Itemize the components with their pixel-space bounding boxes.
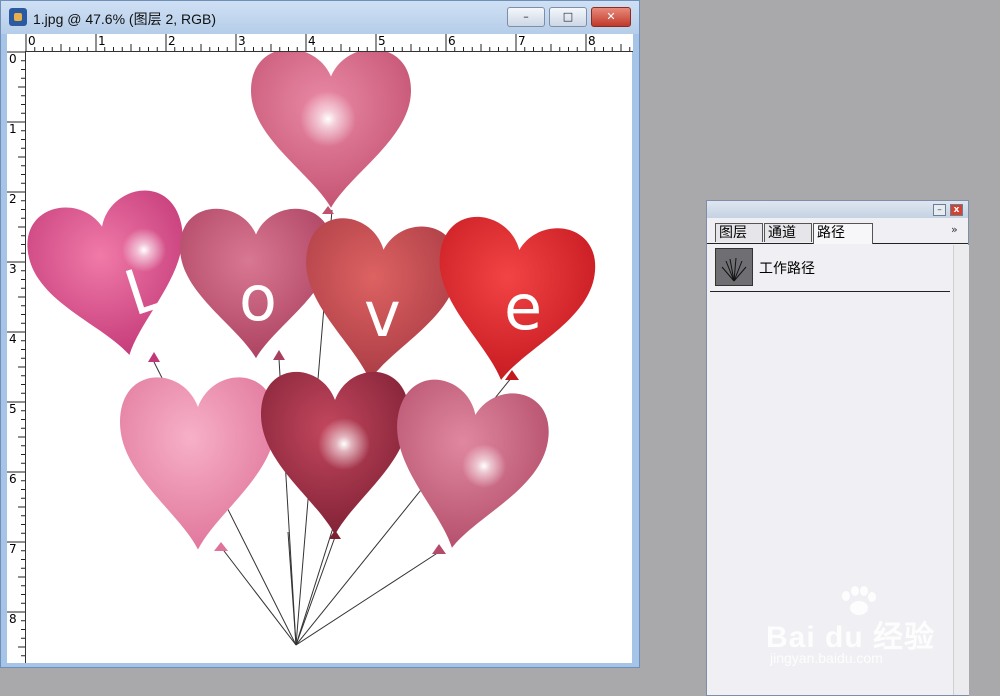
ruler-h-label: 8 (588, 34, 596, 48)
balloon-knot (322, 206, 334, 214)
title-bar[interactable]: 1.jpg @ 47.6% (图层 2, RGB) – □ ✕ (1, 1, 639, 34)
ruler-v-label: 6 (9, 472, 17, 486)
letter-v: v (364, 278, 401, 351)
ruler-h-label: 7 (518, 34, 526, 48)
panel-title-bar[interactable]: – x (707, 201, 968, 218)
ruler-origin[interactable] (7, 34, 26, 52)
image-canvas[interactable]: L o v e (26, 52, 632, 663)
heart-balloon-light (120, 377, 276, 550)
minimize-button[interactable]: – (507, 7, 545, 27)
ruler-v-label: 4 (9, 332, 17, 346)
tab-paths[interactable]: 路径 (813, 223, 873, 244)
balloon-knot (214, 542, 228, 551)
light-glare (300, 91, 356, 147)
ruler-h-label: 4 (308, 34, 316, 48)
watermark-url: jingyan.baidu.com (770, 650, 883, 666)
balloon-knot (273, 350, 285, 360)
letter-o: o (239, 262, 277, 335)
tab-channels[interactable]: 通道 (764, 223, 812, 242)
ruler-h-label: 5 (378, 34, 386, 48)
document-window: 1.jpg @ 47.6% (图层 2, RGB) – □ ✕ 0 1 2 3 … (0, 0, 640, 668)
path-list-item[interactable]: 工作路径 (710, 245, 950, 292)
panel-close-button[interactable]: x (950, 204, 963, 216)
ruler-h-label: 0 (28, 34, 36, 48)
ruler-v-label: 7 (9, 542, 17, 556)
path-thumbnail (715, 248, 753, 286)
ruler-v-label: 5 (9, 402, 17, 416)
path-name: 工作路径 (759, 261, 815, 277)
vertical-ruler[interactable]: 0 1 2 3 4 5 6 7 8 (7, 51, 26, 663)
ruler-v-label: 8 (9, 612, 17, 626)
ruler-h-label: 2 (168, 34, 176, 48)
balloon-knot (148, 352, 160, 362)
panel-minimize-button[interactable]: – (933, 204, 946, 216)
light-glare (462, 444, 506, 488)
workspace-bottom (0, 668, 640, 696)
photoshop-doc-icon (9, 8, 27, 26)
balloon-knot (432, 544, 446, 554)
baidu-watermark: Bai du 经验 jingyan.baidu.com (766, 584, 956, 674)
ruler-v-label: 0 (9, 52, 17, 66)
path-shape-icon (721, 257, 747, 282)
ruler-v-label: 1 (9, 122, 17, 136)
letter-e: e (504, 271, 542, 344)
window-title: 1.jpg @ 47.6% (图层 2, RGB) (33, 11, 217, 27)
panel-menu-icon[interactable]: » (951, 223, 958, 236)
ruler-v-label: 2 (9, 192, 17, 206)
maximize-button[interactable]: □ (549, 7, 587, 27)
panel-tabs: 图层 通道 路径 » (707, 219, 968, 244)
tab-layers[interactable]: 图层 (715, 223, 763, 242)
ruler-v-label: 3 (9, 262, 17, 276)
horizontal-ruler[interactable]: 0 1 2 3 4 5 6 7 8 (25, 34, 633, 52)
light-glare (318, 418, 370, 470)
close-button[interactable]: ✕ (591, 7, 631, 27)
ruler-h-label: 1 (98, 34, 106, 48)
ruler-h-label: 6 (448, 34, 456, 48)
heart-balloon-L (26, 183, 206, 372)
ruler-h-label: 3 (238, 34, 246, 48)
